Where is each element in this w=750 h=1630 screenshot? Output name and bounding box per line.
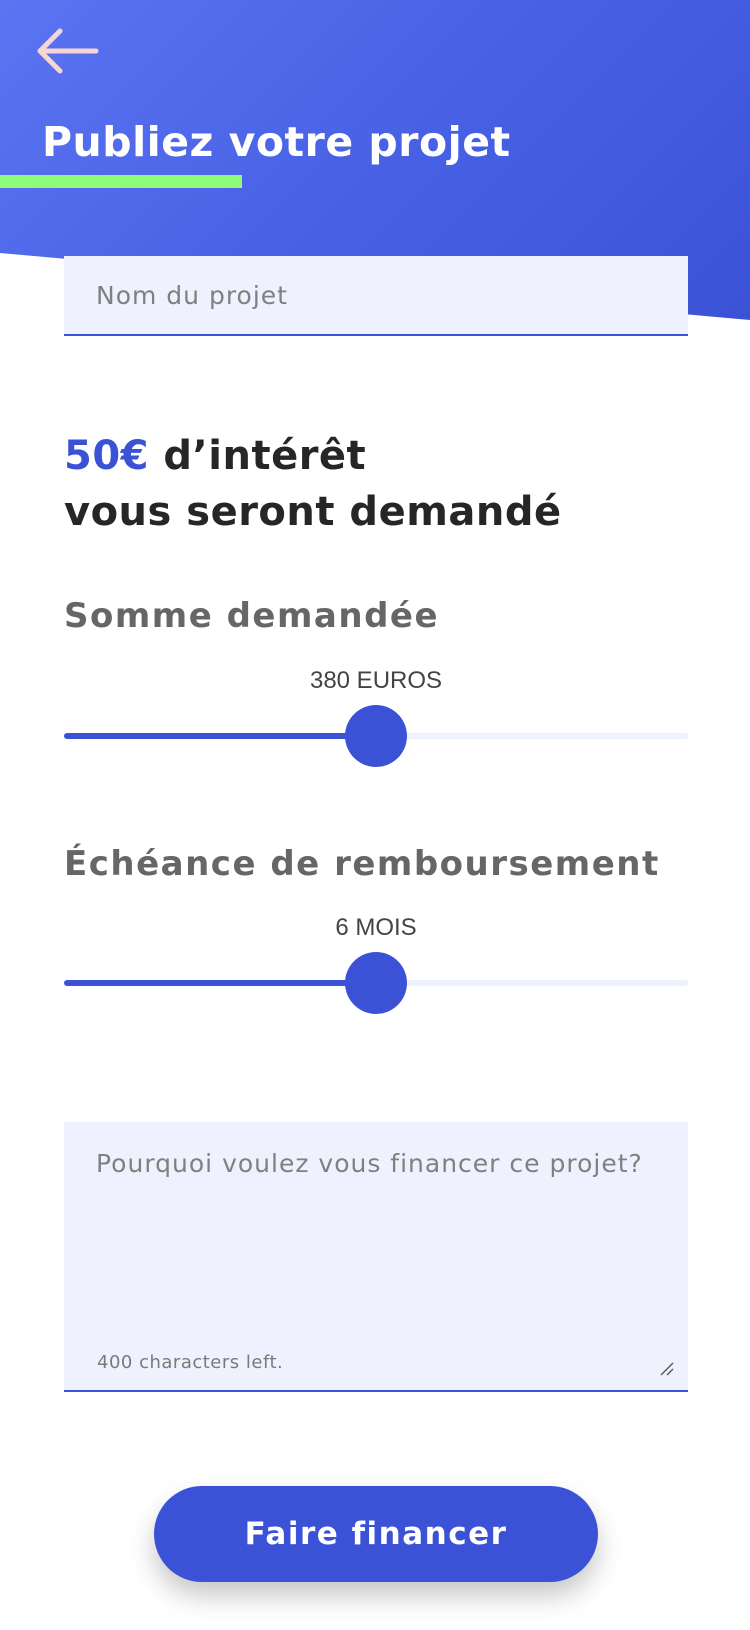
term-value: 6 MOIS (335, 914, 417, 941)
submit-button[interactable]: Faire financer (154, 1486, 598, 1582)
interest-summary: 50€ d’intérêt vous seront demandé (64, 428, 562, 540)
term-label: Échéance de remboursement (64, 844, 660, 884)
reason-textarea[interactable] (64, 1122, 688, 1322)
interest-amount: 50€ (64, 433, 149, 479)
amount-label: Somme demandée (64, 596, 440, 636)
slider-thumb[interactable] (345, 952, 407, 1014)
slider-fill (64, 733, 376, 739)
amount-value: 380 EUROS (309, 667, 443, 694)
slider-thumb[interactable] (345, 705, 407, 767)
interest-line1-rest: d’intérêt (149, 433, 367, 479)
amount-slider[interactable] (64, 704, 688, 768)
interest-line2: vous seront demandé (64, 489, 562, 535)
reason-box: 400 characters left. (64, 1122, 688, 1392)
term-slider[interactable] (64, 951, 688, 1015)
slider-fill (64, 980, 376, 986)
project-name-input[interactable] (64, 256, 688, 336)
char-counter: 400 characters left. (97, 1352, 284, 1373)
page-title: Publiez votre projet (42, 118, 511, 166)
resize-handle-icon[interactable] (658, 1360, 674, 1376)
back-button[interactable] (34, 26, 100, 76)
title-underline (0, 175, 242, 188)
arrow-left-icon (37, 28, 99, 74)
